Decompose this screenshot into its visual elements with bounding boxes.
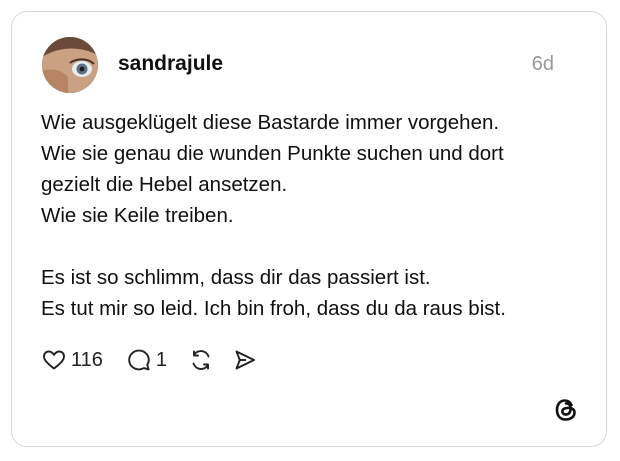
post-text-line: Wie sie Keile treiben. <box>41 204 234 227</box>
threads-logo-icon <box>552 396 580 424</box>
like-button[interactable]: 116 <box>42 348 103 372</box>
heart-icon <box>42 348 66 372</box>
reply-button[interactable]: 1 <box>127 348 167 372</box>
username[interactable]: sandrajule <box>118 52 223 76</box>
post-text-line: gezielt die Hebel ansetzen. <box>41 173 288 196</box>
repost-icon <box>189 348 213 372</box>
action-bar: 116 1 <box>42 346 257 374</box>
share-button[interactable] <box>233 348 257 372</box>
like-count: 116 <box>71 348 103 371</box>
post-text-line: Wie sie genau die wunden Punkte suchen u… <box>41 142 504 165</box>
avatar[interactable] <box>42 37 98 93</box>
repost-button[interactable] <box>189 348 213 372</box>
post-text-line: Es tut mir so leid. Ich bin froh, dass d… <box>41 297 506 320</box>
post-text: Wie ausgeklügelt diese Bastarde immer vo… <box>41 107 581 324</box>
post-card: sandrajule 6d Wie ausgeklügelt diese Bas… <box>11 11 607 447</box>
post-text-line: Es ist so schlimm, dass dir das passiert… <box>41 266 431 289</box>
share-icon <box>233 348 257 372</box>
comment-icon <box>127 348 151 372</box>
reply-count: 1 <box>155 348 168 371</box>
post-timestamp: 6d <box>531 53 554 75</box>
post-text-line: Wie ausgeklügelt diese Bastarde immer vo… <box>41 111 500 134</box>
